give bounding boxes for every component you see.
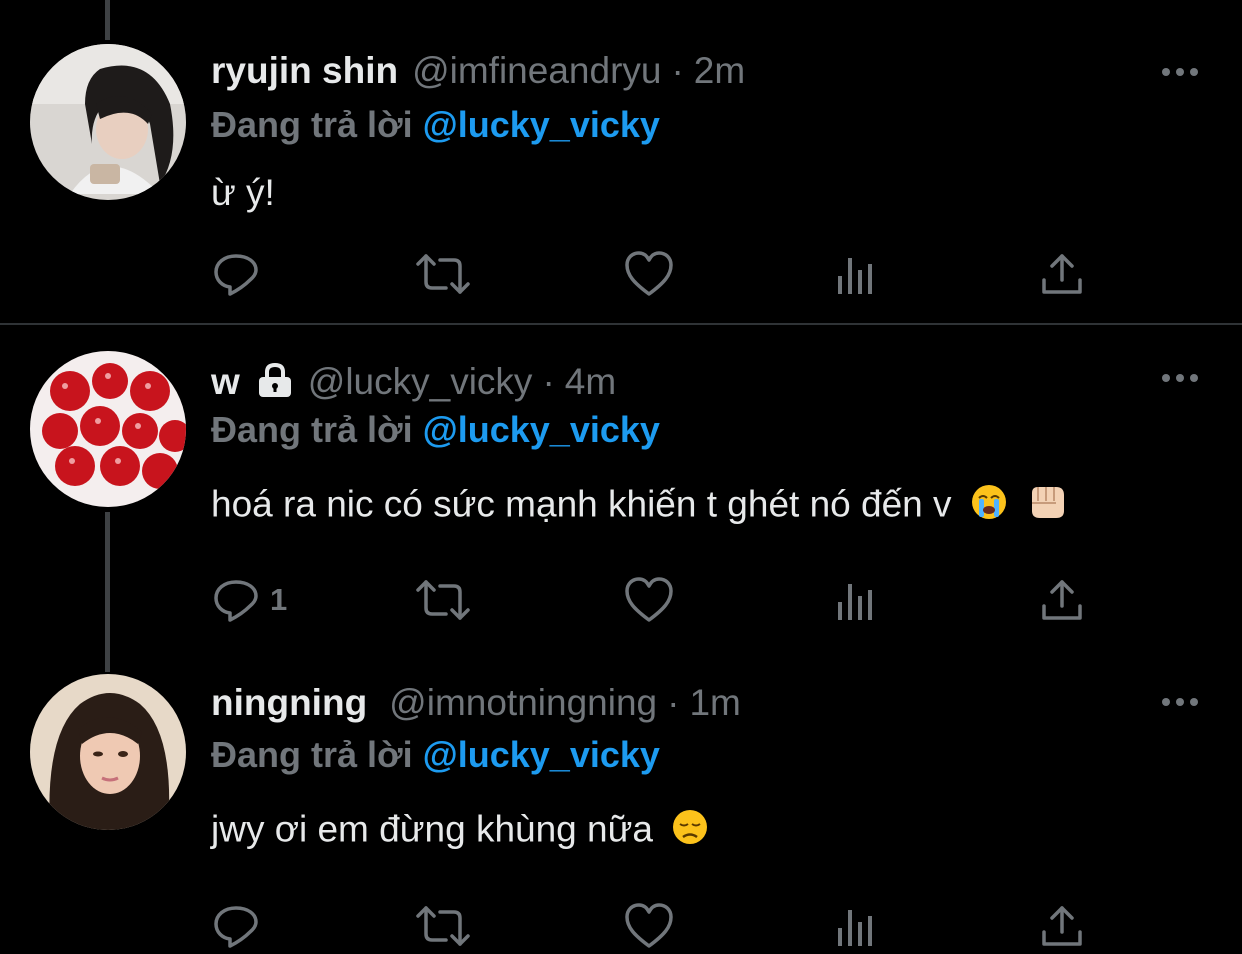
more-options-button[interactable]	[1158, 692, 1202, 712]
tweet-1[interactable]: ryujin shin @imfineandryu · 2m Đang trả …	[0, 0, 1242, 324]
share-icon	[1042, 580, 1082, 620]
analytics-button[interactable]	[834, 898, 878, 954]
more-options-button[interactable]	[1158, 368, 1202, 388]
tweet-actions: 1	[212, 572, 1092, 628]
timestamp[interactable]: 1m	[689, 682, 740, 724]
loudly-crying-face-icon	[970, 483, 1008, 530]
tweet-text: hoá ra nic có sức mạnh khiến t ghét nó đ…	[211, 483, 952, 525]
tweet-text-row: jwy ơi em đừng khùng nữa	[211, 808, 709, 855]
reply-button[interactable]	[212, 246, 270, 302]
avatar[interactable]	[30, 44, 186, 200]
oncoming-fist-icon	[1026, 483, 1070, 530]
tweet-2[interactable]: w @lucky_vicky · 4m Đang trả lời @lucky_…	[0, 325, 1242, 660]
reply-count: 1	[270, 582, 288, 617]
replying-to-label: Đang trả lời	[211, 734, 413, 775]
more-dots-icon	[1162, 68, 1198, 76]
reply-icon	[214, 254, 258, 296]
replying-to-label: Đang trả lời	[211, 104, 413, 145]
heart-icon	[625, 251, 673, 296]
tweet-text-row: hoá ra nic có sức mạnh khiến t ghét nó đ…	[211, 483, 1070, 530]
username[interactable]: @lucky_vicky	[308, 361, 533, 403]
display-name[interactable]: ryujin shin	[211, 50, 398, 92]
retweet-icon	[416, 254, 470, 294]
analytics-button[interactable]	[834, 246, 878, 302]
share-icon	[1042, 906, 1082, 946]
reply-button[interactable]	[212, 898, 270, 954]
analytics-icon	[838, 258, 872, 294]
tweet-text: ừ ý!	[211, 172, 275, 213]
retweet-button[interactable]	[414, 572, 472, 628]
separator-dot: ·	[667, 682, 680, 723]
like-button[interactable]	[624, 898, 674, 954]
avatar[interactable]	[30, 351, 186, 507]
tweet-text: jwy ơi em đừng khùng nữa	[211, 808, 653, 850]
retweet-button[interactable]	[414, 246, 472, 302]
share-button[interactable]	[1040, 898, 1084, 954]
reply-mention-link[interactable]: @lucky_vicky	[423, 734, 660, 775]
analytics-icon	[838, 910, 872, 946]
like-button[interactable]	[624, 572, 674, 628]
replying-to-line: Đang trả lời @lucky_vicky	[211, 409, 660, 451]
separator-dot: ·	[542, 361, 555, 402]
more-options-button[interactable]	[1158, 62, 1202, 82]
disappointed-face-icon	[671, 808, 709, 855]
tweet-actions	[212, 246, 1092, 302]
reply-mention-link[interactable]: @lucky_vicky	[423, 409, 660, 450]
reply-icon	[214, 580, 258, 622]
replying-to-label: Đang trả lời	[211, 409, 413, 450]
tweet-header: ryujin shin @imfineandryu · 2m	[211, 50, 745, 92]
tweet-actions	[212, 898, 1092, 954]
username[interactable]: @imnotningning	[389, 682, 657, 724]
display-name[interactable]: w	[211, 361, 240, 403]
heart-icon	[625, 577, 673, 622]
separator-dot: ·	[671, 50, 684, 91]
more-dots-icon	[1162, 374, 1198, 382]
tweet-header: ningning @imnotningning · 1m	[211, 682, 741, 724]
reply-icon	[214, 906, 258, 948]
analytics-icon	[838, 584, 872, 620]
display-name[interactable]: ningning	[211, 682, 367, 724]
replying-to-line: Đang trả lời @lucky_vicky	[211, 734, 660, 776]
reply-button[interactable]: 1	[212, 572, 287, 628]
timestamp[interactable]: 4m	[565, 361, 616, 403]
retweet-button[interactable]	[414, 898, 472, 954]
retweet-icon	[416, 906, 470, 946]
like-button[interactable]	[624, 246, 674, 302]
share-button[interactable]	[1040, 246, 1084, 302]
tweet-3[interactable]: ningning @imnotningning · 1m Đang trả lờ…	[0, 660, 1242, 948]
replying-to-line: Đang trả lời @lucky_vicky	[211, 104, 660, 146]
more-dots-icon	[1162, 698, 1198, 706]
reply-mention-link[interactable]: @lucky_vicky	[423, 104, 660, 145]
timestamp[interactable]: 2m	[694, 50, 745, 92]
heart-icon	[625, 903, 673, 948]
avatar[interactable]	[30, 674, 186, 830]
share-icon	[1042, 254, 1082, 294]
analytics-button[interactable]	[834, 572, 878, 628]
username[interactable]: @imfineandryu	[412, 50, 661, 92]
retweet-icon	[416, 580, 470, 620]
protected-lock-icon	[256, 362, 294, 403]
share-button[interactable]	[1040, 572, 1084, 628]
tweet-header: w @lucky_vicky · 4m	[211, 358, 616, 403]
